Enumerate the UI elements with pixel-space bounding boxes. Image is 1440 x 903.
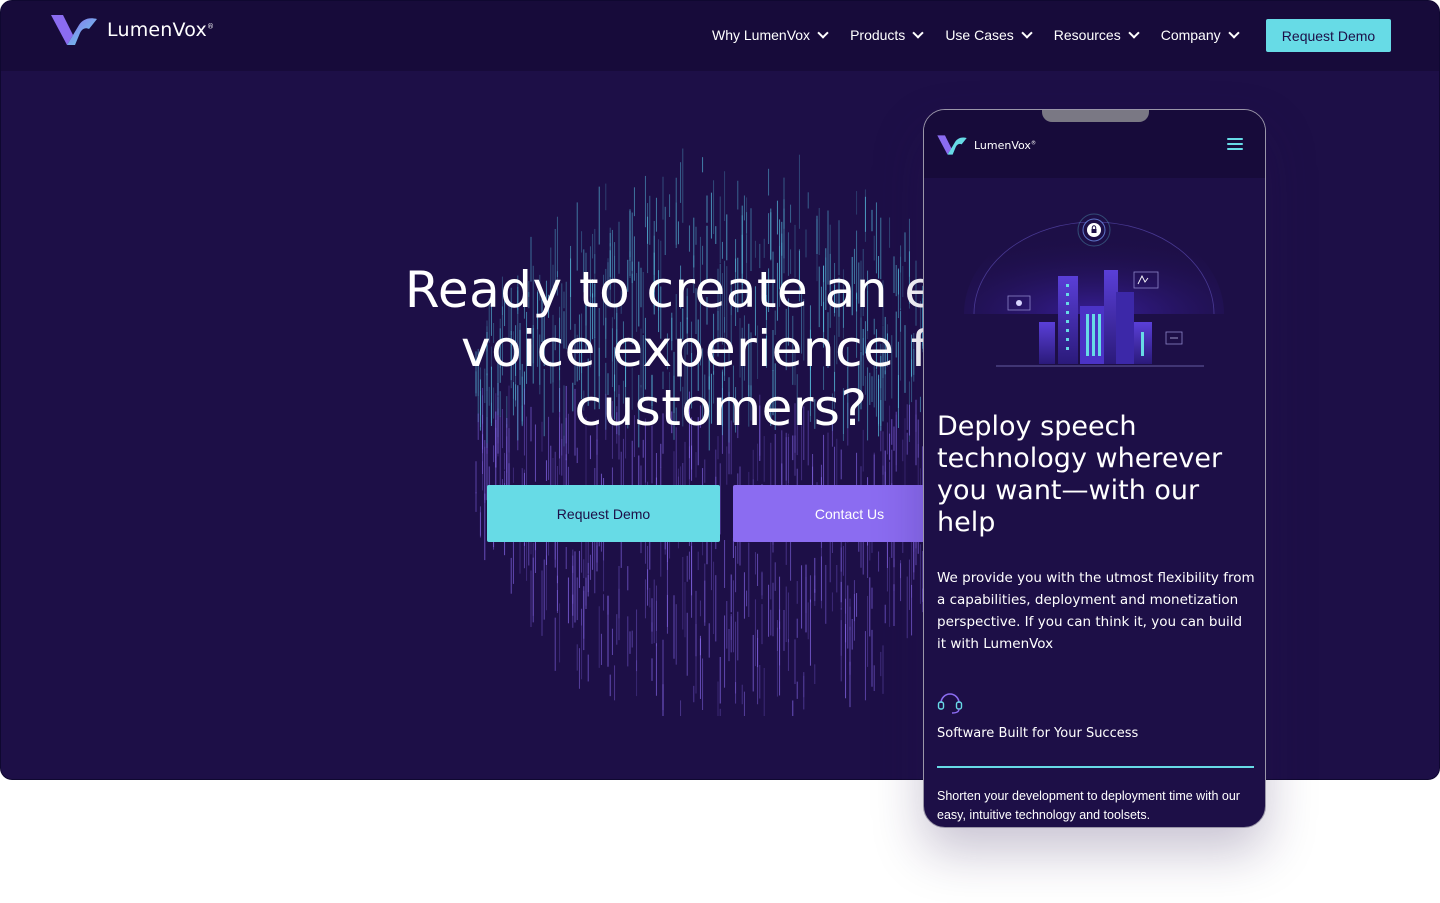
- nav-item-label: Use Cases: [945, 27, 1014, 43]
- phone-notch: [1042, 110, 1149, 122]
- hamburger-icon[interactable]: [1227, 138, 1243, 150]
- nav-item-label: Company: [1160, 27, 1221, 43]
- mobile-preview: LumenVox® Deploy speech technology where…: [923, 109, 1266, 828]
- chevron-down-icon: [1227, 27, 1240, 39]
- nav-item-label: Products: [850, 27, 906, 43]
- chevron-down-icon: [817, 27, 829, 39]
- chevron-down-icon: [1128, 27, 1140, 39]
- chevron-down-icon: [912, 27, 924, 39]
- nav-item-use-cases[interactable]: Use Cases: [945, 27, 1033, 43]
- nav-item-label: Why LumenVox: [712, 27, 811, 43]
- mobile-brand-logo[interactable]: LumenVox®: [936, 134, 1036, 156]
- nav-menu: Why LumenVox Products Use Cases Resource…: [712, 27, 1261, 43]
- nav-item-products[interactable]: Products: [850, 27, 924, 43]
- feature-title: Software Built for Your Success: [937, 726, 1139, 741]
- logo-icon: [51, 15, 97, 45]
- brand-name: LumenVox®: [974, 138, 1036, 152]
- headset-icon: [937, 693, 963, 714]
- nav-item-resources[interactable]: Resources: [1053, 27, 1140, 43]
- top-nav: LumenVox® Why LumenVox Products Use Case…: [1, 1, 1439, 71]
- hero-title-line: voice experience for: [461, 320, 981, 378]
- city-illustration: [964, 213, 1224, 367]
- feature-divider: [937, 766, 1254, 768]
- nav-item-company[interactable]: Company: [1160, 27, 1240, 43]
- brand-logo[interactable]: LumenVox®: [49, 13, 214, 47]
- feature-description: Shorten your development to deployment t…: [937, 789, 1240, 822]
- nav-item-why-lumenvox[interactable]: Why LumenVox: [712, 27, 829, 43]
- request-demo-nav-button[interactable]: Request Demo: [1266, 19, 1391, 52]
- logo-icon: [937, 135, 967, 155]
- chevron-down-icon: [1021, 27, 1033, 39]
- mobile-title: Deploy speech technology wherever you wa…: [937, 411, 1223, 538]
- mobile-body-text: We provide you with the utmost flexibili…: [937, 570, 1255, 652]
- request-demo-button[interactable]: Request Demo: [487, 485, 720, 542]
- hero-title-line: customers?: [574, 379, 868, 437]
- brand-name: LumenVox®: [107, 19, 215, 41]
- nav-item-label: Resources: [1053, 27, 1121, 43]
